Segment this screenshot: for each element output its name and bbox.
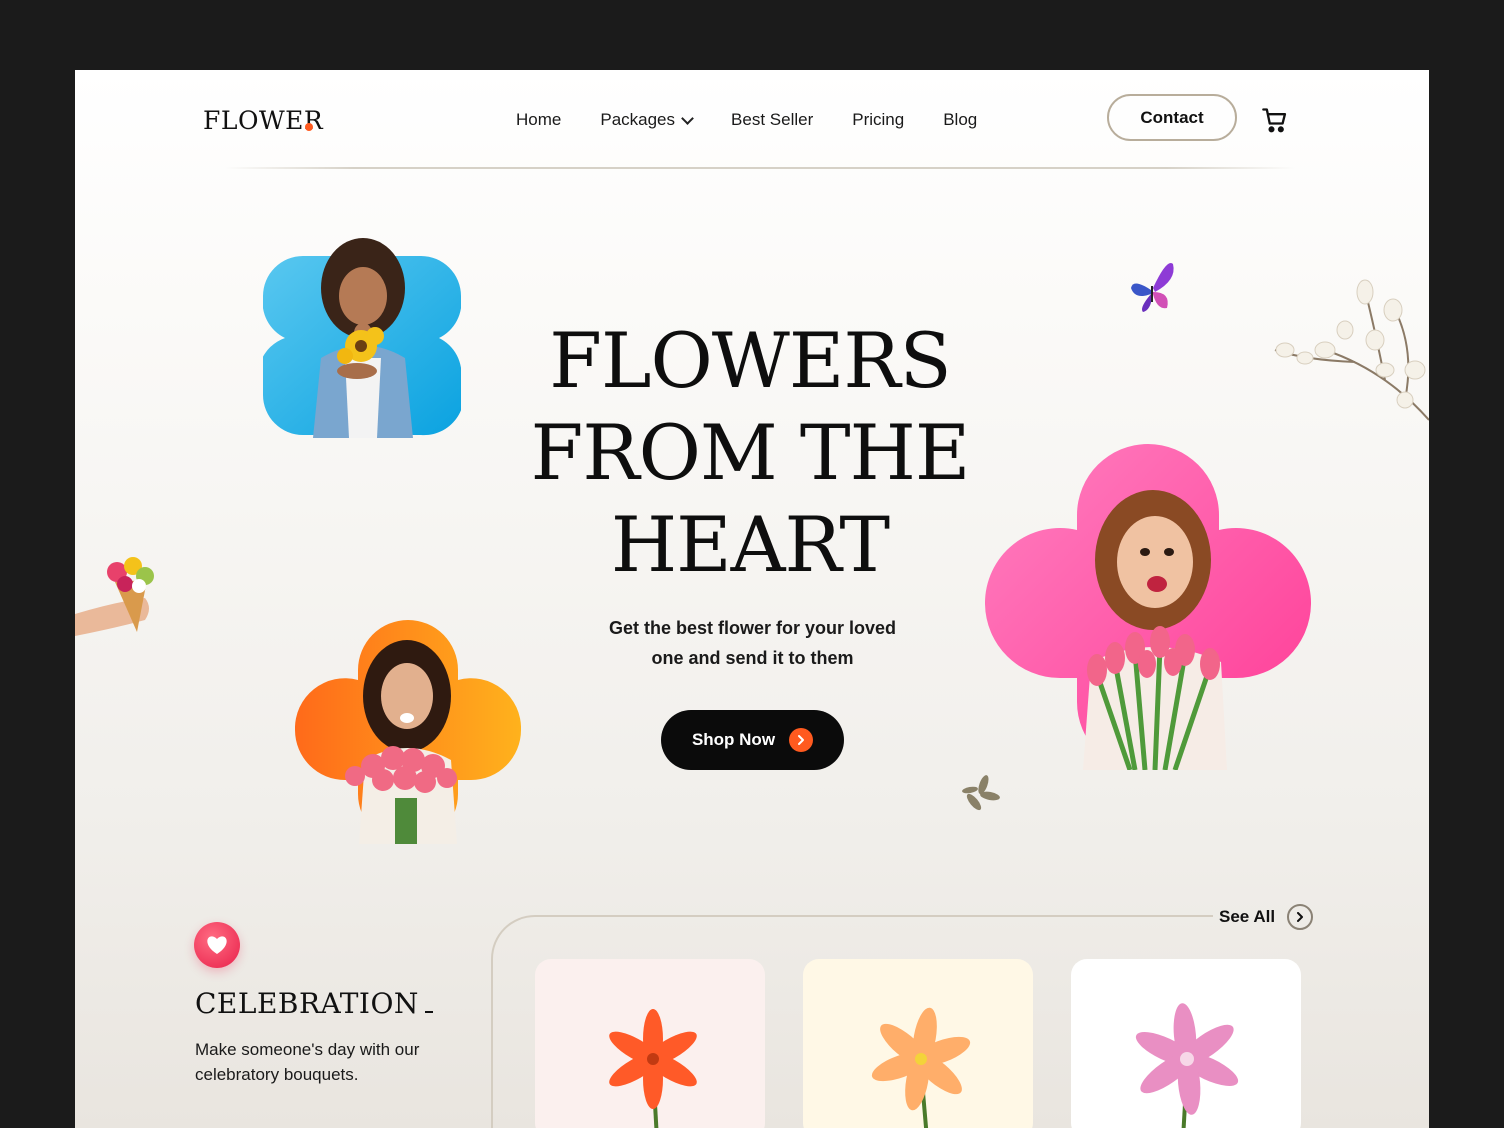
lily-flower-image <box>871 1007 971 1128</box>
nav-blog[interactable]: Blog <box>943 110 977 130</box>
girl-photo <box>263 238 461 438</box>
hero-subtitle-line: one and send it to them <box>651 648 854 668</box>
leaf-icon <box>962 775 1000 811</box>
woman-tulips-photo <box>985 444 1311 770</box>
see-all-label: See All <box>1219 907 1276 926</box>
nav-pricing[interactable]: Pricing <box>852 110 904 130</box>
hero-title-line: HEART <box>610 500 890 589</box>
contact-button[interactable]: Contact <box>1107 94 1237 141</box>
shop-now-label: Shop Now <box>691 730 776 749</box>
chevron-down-icon <box>681 111 694 125</box>
see-all-link[interactable]: See All <box>1219 904 1314 930</box>
hero-subtitle-line: Get the best flower for your loved <box>608 618 897 638</box>
cart-icon[interactable] <box>1261 106 1289 134</box>
nav-packages[interactable]: Packages <box>600 110 694 130</box>
lily-flower-image <box>609 1009 697 1128</box>
heart-badge <box>194 922 240 968</box>
magnolia-branch-image <box>1274 279 1429 421</box>
arrow-right-icon <box>789 728 814 752</box>
hero-subtitle: Get the best flower for your loved one a… <box>575 613 930 673</box>
chevron-right-icon <box>1287 904 1314 930</box>
shop-now-button[interactable]: Shop Now <box>661 710 844 770</box>
main-nav: Home Packages Best Seller Pricing Blog <box>516 110 1016 130</box>
nav-divider <box>225 167 1295 169</box>
heart-icon <box>207 936 227 954</box>
nav-packages-label: Packages <box>600 110 676 129</box>
product-card[interactable] <box>535 959 765 1128</box>
hero-title: FLOWERS FROM THE HEART <box>525 315 975 591</box>
celebration-title-text: CELEBRATION <box>195 987 419 1020</box>
nav-pricing-label: Pricing <box>852 110 905 129</box>
nav-home-label: Home <box>516 110 562 129</box>
celebration-title: CELEBRATION <box>195 987 433 1020</box>
woman-roses-photo <box>295 620 521 844</box>
nav-home[interactable]: Home <box>516 110 561 130</box>
hand-bouquet-image <box>75 557 154 636</box>
hero-title-line: FROM THE <box>530 408 971 497</box>
landing-page: FLOWER Home Packages Best Seller Pricing… <box>75 70 1429 1128</box>
title-underscore <box>424 1011 433 1013</box>
product-card[interactable] <box>1071 959 1301 1128</box>
butterfly-icon <box>1131 263 1174 312</box>
logo-dot <box>305 123 313 131</box>
celebration-description: Make someone's day with our celebratory … <box>195 1040 420 1084</box>
nav-best-seller[interactable]: Best Seller <box>731 110 813 130</box>
lily-flower-image <box>1135 1003 1239 1128</box>
hero-title-line: FLOWERS <box>549 316 951 405</box>
nav-blog-label: Blog <box>943 110 978 129</box>
nav-best-seller-label: Best Seller <box>731 110 814 129</box>
product-card[interactable] <box>803 959 1033 1128</box>
brand-logo[interactable]: FLOWER <box>203 106 323 135</box>
